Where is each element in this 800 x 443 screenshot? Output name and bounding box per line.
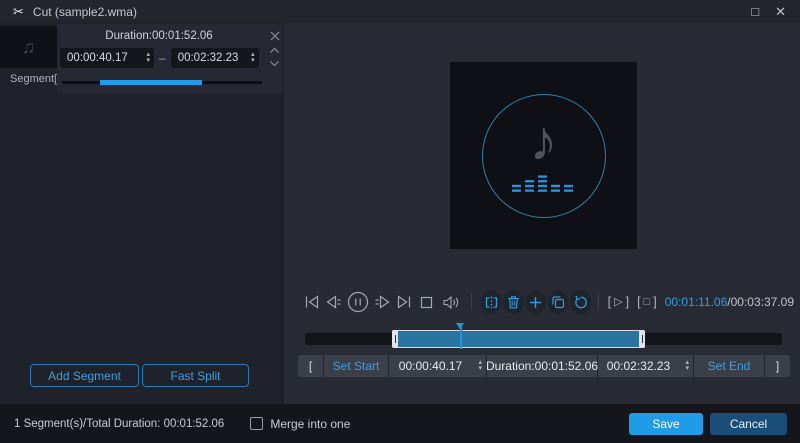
segment-range-fill <box>100 80 202 85</box>
separator <box>598 294 599 310</box>
album-art: ♪ <box>450 62 637 249</box>
spinner-arrows[interactable]: ▴ ▾ <box>251 52 255 64</box>
fast-forward-icon[interactable] <box>374 295 391 309</box>
time-range-dash: – <box>159 51 166 65</box>
trim-start-value: 00:00:40.17 <box>399 359 462 373</box>
trim-control-bar: [ Set Start 00:00:40.17 ▴ ▾ Duration:00:… <box>298 355 790 377</box>
skip-end-icon[interactable] <box>396 295 412 309</box>
stop-segment-icon: □ <box>644 296 651 308</box>
separator <box>471 294 472 310</box>
segment-editor: Duration:00:01:52.06 00:00:40.17 ▴ ▾ – 0… <box>57 24 283 93</box>
split-button[interactable] <box>481 290 501 314</box>
close-button[interactable]: ✕ <box>775 4 786 20</box>
play-segment-button[interactable]: [▷] <box>608 295 629 309</box>
timeline <box>305 326 782 358</box>
trim-end-value: 00:02:32.23 <box>607 359 670 373</box>
current-time: 00:01:11.06 <box>665 295 728 309</box>
trim-end-input[interactable]: 00:02:32.23 ▴ ▾ <box>598 355 693 377</box>
segment-edit-controls <box>269 31 280 67</box>
save-button[interactable]: Save <box>629 413 703 435</box>
cut-dialog: ✂ Cut (sample2.wma) □ ✕ ♫ Segment[1] Dur… <box>0 0 800 443</box>
set-end-button[interactable]: Set End <box>694 355 764 377</box>
reset-button[interactable] <box>570 290 590 314</box>
stop-segment-button[interactable]: [ □] <box>637 295 657 309</box>
segments-summary: 1 Segment(s)/Total Duration: 00:01:52.06 <box>14 418 224 430</box>
music-notes-icon: ♫ <box>22 37 36 58</box>
start-bracket: [ <box>298 355 323 377</box>
rewind-icon[interactable] <box>325 295 342 309</box>
segment-duration-label: Duration:00:01:52.06 <box>57 30 261 42</box>
delete-button[interactable] <box>503 290 523 314</box>
total-time: /00:03:37.09 <box>727 295 794 309</box>
fast-split-button[interactable]: Fast Split <box>142 364 249 387</box>
spinner-down-icon[interactable]: ▾ <box>146 58 150 64</box>
player-panel: ♪ <box>284 23 800 404</box>
add-segment-button[interactable]: Add Segment <box>30 364 139 387</box>
segment-list-panel: ♫ Segment[1] Duration:00:01:52.06 00:00:… <box>0 23 283 404</box>
selection-end-handle[interactable] <box>639 330 645 348</box>
footer-buttons: Save Cancel <box>629 413 787 435</box>
spinner-down-icon[interactable]: ▾ <box>251 58 255 64</box>
window-controls: □ ✕ <box>751 4 786 20</box>
timeline-selection[interactable] <box>392 330 645 348</box>
footer-bar: 1 Segment(s)/Total Duration: 00:01:52.06… <box>0 404 800 443</box>
playhead-line <box>460 327 462 349</box>
add-button[interactable] <box>526 290 546 314</box>
end-bracket: ] <box>765 355 790 377</box>
merge-option: Merge into one <box>250 417 350 431</box>
spinner-down-icon[interactable]: ▾ <box>478 366 482 372</box>
bracket-open: [ <box>608 295 611 309</box>
segment-end-value: 00:02:32.23 <box>178 52 239 64</box>
bracket-open: [ <box>637 295 640 309</box>
spinner-arrows[interactable]: ▴ ▾ <box>685 360 689 372</box>
copy-button[interactable] <box>548 290 568 314</box>
bracket-close: ] <box>653 295 656 309</box>
segment-end-input[interactable]: 00:02:32.23 ▴ ▾ <box>171 48 259 68</box>
merge-label[interactable]: Merge into one <box>270 417 350 431</box>
window-title: Cut (sample2.wma) <box>33 5 137 19</box>
merge-checkbox[interactable] <box>250 417 263 430</box>
segment-start-value: 00:00:40.17 <box>67 52 128 64</box>
playhead[interactable] <box>456 323 465 353</box>
chevron-up-icon[interactable] <box>269 47 280 54</box>
volume-icon[interactable] <box>442 295 461 310</box>
play-segment-icon: ▷ <box>614 295 622 308</box>
bracket-close: ] <box>626 295 629 309</box>
trim-duration-label: Duration:00:01:52.06 <box>487 355 597 377</box>
equalizer-icon <box>512 174 576 193</box>
playback-controls: [▷] [□] 00:01:11.06/00:03:37.09 <box>304 289 794 315</box>
playhead-marker-icon <box>456 323 464 329</box>
selection-start-handle[interactable] <box>392 330 398 348</box>
trim-start-input[interactable]: 00:00:40.17 ▴ ▾ <box>389 355 486 377</box>
segment-thumbnail[interactable]: ♫ <box>0 26 57 68</box>
set-start-button[interactable]: Set Start <box>324 355 388 377</box>
time-display: 00:01:11.06/00:03:37.09 <box>665 295 794 309</box>
cancel-button[interactable]: Cancel <box>710 413 787 435</box>
stop-icon[interactable] <box>420 296 433 309</box>
album-circle: ♪ <box>482 94 606 218</box>
spinner-arrows[interactable]: ▴ ▾ <box>146 52 150 64</box>
pause-icon[interactable] <box>347 291 369 313</box>
remove-segment-icon[interactable] <box>270 31 280 41</box>
skip-start-icon[interactable] <box>304 295 320 309</box>
segment-range-bar[interactable] <box>62 81 262 84</box>
maximize-button[interactable]: □ <box>751 4 759 20</box>
titlebar: ✂ Cut (sample2.wma) □ ✕ <box>0 0 800 23</box>
segment-time-inputs: 00:00:40.17 ▴ ▾ – 00:02:32.23 ▴ ▾ <box>60 48 259 68</box>
music-note-icon: ♪ <box>530 113 558 169</box>
spinner-arrows[interactable]: ▴ ▾ <box>478 360 482 372</box>
scissors-icon: ✂ <box>13 5 24 18</box>
spinner-down-icon[interactable]: ▾ <box>685 366 689 372</box>
segment-start-input[interactable]: 00:00:40.17 ▴ ▾ <box>60 48 154 68</box>
chevron-down-icon[interactable] <box>269 60 280 67</box>
